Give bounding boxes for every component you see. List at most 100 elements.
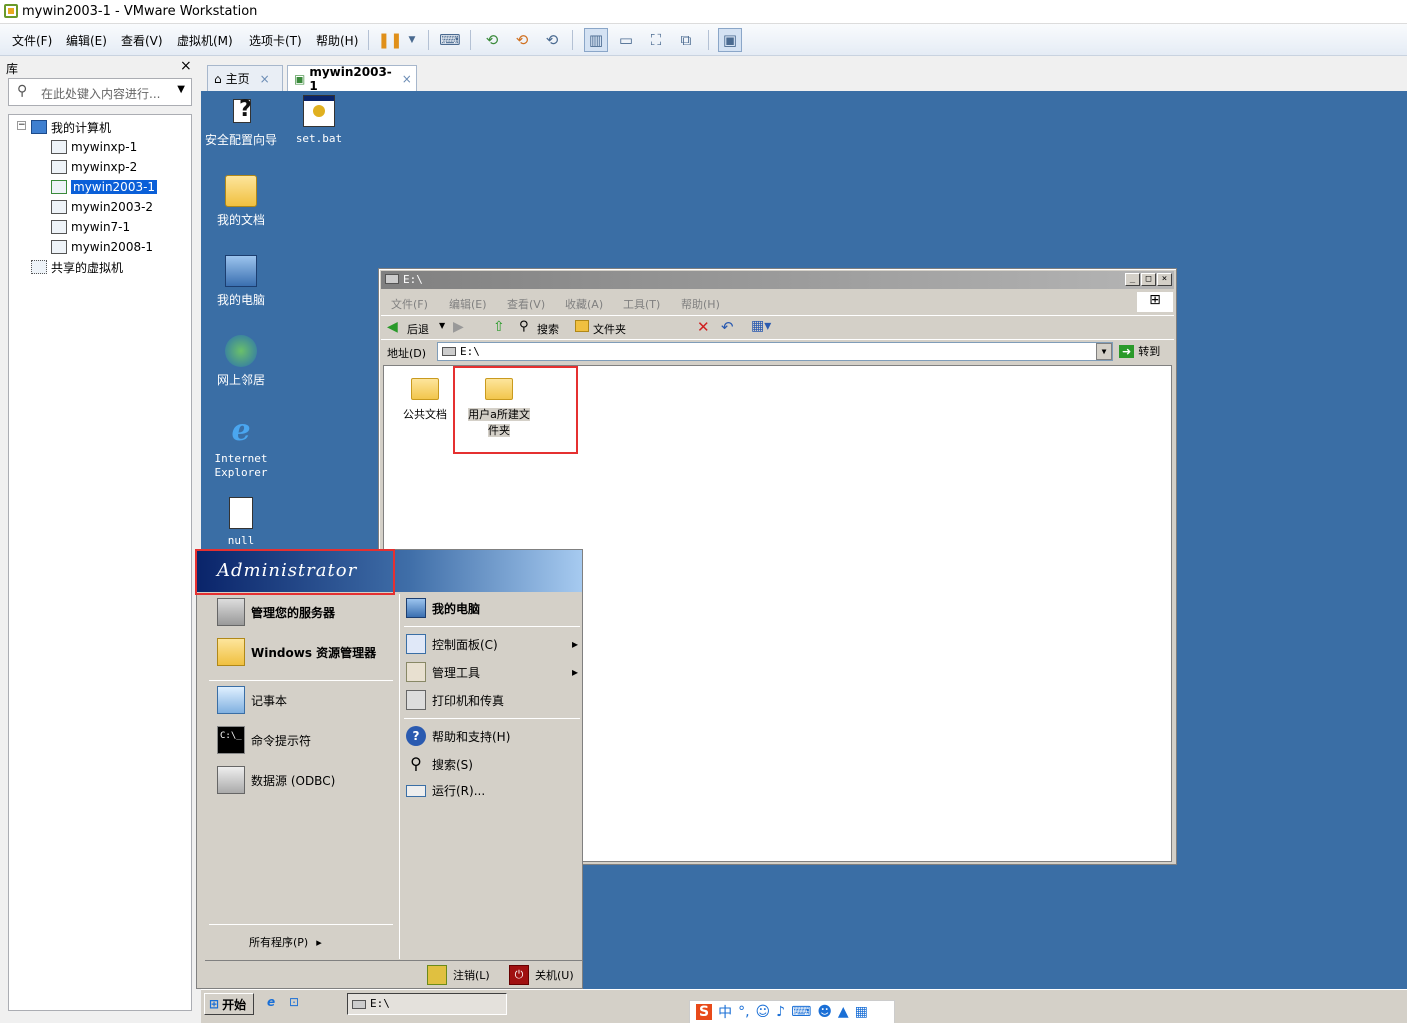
- snapshot-manager-icon[interactable]: ⟲: [540, 28, 564, 52]
- desktop-icon-security-wizard[interactable]: ? 安全配置向导: [201, 95, 281, 148]
- desktop-icon-set-bat[interactable]: set.bat: [279, 95, 359, 145]
- printer-icon: [406, 690, 426, 710]
- chevron-down-icon[interactable]: ▼: [439, 321, 445, 330]
- folder-item[interactable]: 公共文档: [390, 378, 460, 422]
- start-menu[interactable]: Administrator 管理您的服务器 Windows 资源管理器 记事本 …: [196, 549, 583, 989]
- fullscreen-icon[interactable]: ⛶: [644, 28, 668, 52]
- undo-icon[interactable]: ↶: [721, 318, 734, 336]
- skin-icon[interactable]: ▲: [838, 1004, 849, 1020]
- tree-item-vm[interactable]: mywin7-1: [51, 217, 130, 237]
- pause-icon[interactable]: ❚❚: [377, 28, 402, 52]
- vm-icon: [51, 220, 67, 234]
- shutdown-button[interactable]: ⏻ 关机(U): [509, 965, 574, 985]
- explorer-menu-tools[interactable]: 工具(T): [623, 296, 660, 312]
- go-button[interactable]: ➜ 转到: [1119, 343, 1160, 359]
- keyboard-icon[interactable]: ⌨: [791, 1004, 811, 1020]
- grid-icon[interactable]: ▦: [855, 1004, 868, 1020]
- start-item-command-prompt[interactable]: C:\_ 命令提示符: [217, 726, 311, 754]
- start-item-printers[interactable]: 打印机和传真: [406, 690, 504, 710]
- unity-icon[interactable]: ⧉: [674, 28, 698, 52]
- start-item-manage-server[interactable]: 管理您的服务器: [217, 598, 335, 626]
- search-button[interactable]: 搜索: [537, 321, 559, 337]
- user-icon[interactable]: ☻: [817, 1004, 832, 1020]
- desktop-icon-network[interactable]: 网上邻居: [201, 335, 281, 388]
- start-item-control-panel[interactable]: 控制面板(C) ▸: [406, 634, 578, 654]
- tab-vm[interactable]: ▣ mywin2003-1 ×: [287, 65, 417, 93]
- explorer-menu-file[interactable]: 文件(F): [391, 296, 428, 312]
- thumbnail-bar-icon[interactable]: ▭: [614, 28, 638, 52]
- quicklaunch-ie-icon[interactable]: e: [267, 995, 275, 1009]
- drive-icon: [385, 274, 399, 284]
- maximize-button[interactable]: □: [1141, 273, 1156, 286]
- chevron-down-icon[interactable]: ▼: [177, 84, 185, 95]
- up-folder-icon[interactable]: ⇧: [493, 319, 505, 335]
- snapshot-take-icon[interactable]: ⟲: [480, 28, 504, 52]
- desktop-icon-my-computer[interactable]: 我的电脑: [201, 255, 281, 308]
- desktop-icon-null[interactable]: null: [201, 497, 281, 547]
- minimize-button[interactable]: _: [1125, 273, 1140, 286]
- snapshot-revert-icon[interactable]: ⟲: [510, 28, 534, 52]
- desktop-icon-my-documents[interactable]: 我的文档: [201, 175, 281, 228]
- explorer-menu-help[interactable]: 帮助(H): [681, 296, 720, 312]
- tree-item-vm-selected[interactable]: mywin2003-1: [51, 177, 158, 197]
- library-close-icon[interactable]: ×: [180, 58, 192, 74]
- tab-home[interactable]: ⌂ 主页 ×: [207, 65, 283, 91]
- explorer-menu-edit[interactable]: 编辑(E): [449, 296, 487, 312]
- punctuation-icon[interactable]: °,: [738, 1004, 749, 1020]
- pause-dropdown-icon[interactable]: ▼: [400, 28, 424, 52]
- explorer-menu-favorites[interactable]: 收藏(A): [565, 296, 603, 312]
- chevron-down-icon[interactable]: ▼: [1096, 343, 1112, 360]
- views-icon[interactable]: ▦▾: [751, 318, 771, 334]
- start-item-all-programs[interactable]: 所有程序(P) ▸: [249, 934, 322, 950]
- tree-item-vm[interactable]: mywinxp-1: [51, 137, 137, 157]
- menu-vm[interactable]: 虚拟机(M): [177, 32, 233, 49]
- emoji-icon[interactable]: ☺: [756, 1004, 771, 1020]
- ime-toolbar[interactable]: S 中 °, ☺ ♪ ⌨ ☻ ▲ ▦: [689, 1000, 895, 1023]
- start-button[interactable]: ⊞ 开始: [204, 993, 254, 1015]
- menu-edit[interactable]: 编辑(E): [66, 32, 107, 49]
- tree-item-shared-vms[interactable]: 共享的虚拟机: [31, 257, 123, 277]
- explorer-menu-view[interactable]: 查看(V): [507, 296, 545, 312]
- folder-icon: [411, 378, 439, 400]
- quicklaunch-explorer-icon[interactable]: ⊡: [289, 995, 299, 1009]
- tree-item-vm[interactable]: mywin2003-2: [51, 197, 153, 217]
- forward-arrow-icon[interactable]: ▶: [453, 319, 464, 335]
- tab-close-icon[interactable]: ×: [402, 72, 412, 86]
- tree-item-vm[interactable]: mywinxp-2: [51, 157, 137, 177]
- address-input[interactable]: E:\ ▼: [437, 342, 1113, 361]
- back-arrow-icon[interactable]: ◀: [387, 319, 398, 335]
- send-ctrl-alt-del-icon[interactable]: ⌨: [438, 28, 462, 52]
- logoff-button[interactable]: 注销(L): [427, 965, 490, 985]
- desktop-icon-internet-explorer[interactable]: e Internet Explorer: [201, 415, 281, 480]
- console-view-icon[interactable]: ▣: [718, 28, 742, 52]
- start-item-help[interactable]: ? 帮助和支持(H): [406, 726, 510, 746]
- menu-tabs[interactable]: 选项卡(T): [249, 32, 302, 49]
- power-icon: ⏻: [509, 965, 529, 985]
- microphone-icon[interactable]: ♪: [776, 1004, 785, 1020]
- collapse-icon[interactable]: −: [17, 121, 26, 130]
- start-item-windows-explorer[interactable]: Windows 资源管理器: [217, 638, 376, 666]
- delete-icon[interactable]: ✕: [697, 318, 710, 336]
- tree-root-my-computer[interactable]: 我的计算机: [31, 117, 111, 137]
- close-button[interactable]: ×: [1157, 273, 1172, 286]
- menu-help[interactable]: 帮助(H): [316, 32, 358, 49]
- menu-file[interactable]: 文件(F): [12, 32, 52, 49]
- vm-running-icon: ▣: [294, 71, 306, 86]
- folder-icon: [225, 175, 257, 207]
- tab-close-icon[interactable]: ×: [260, 72, 270, 86]
- vm-icon: [51, 240, 67, 254]
- explorer-titlebar[interactable]: E:\ _ □ ×: [381, 271, 1174, 289]
- show-library-icon[interactable]: ▥: [584, 28, 608, 52]
- tree-item-vm[interactable]: mywin2008-1: [51, 237, 153, 257]
- start-item-admin-tools[interactable]: 管理工具 ▸: [406, 662, 578, 682]
- start-item-odbc[interactable]: 数据源 (ODBC): [217, 766, 335, 794]
- start-item-my-computer[interactable]: 我的电脑: [406, 598, 480, 618]
- taskbar-explorer-button[interactable]: E:\: [347, 993, 507, 1015]
- start-item-search[interactable]: ⚲ 搜索(S): [406, 754, 473, 774]
- start-item-run[interactable]: 运行(R)...: [406, 782, 485, 799]
- folders-button[interactable]: 文件夹: [593, 321, 626, 337]
- back-button[interactable]: 后退: [407, 321, 429, 337]
- start-item-notepad[interactable]: 记事本: [217, 686, 287, 714]
- library-search-input[interactable]: ⚲ 在此处键入内容进行... ▼: [8, 78, 192, 106]
- menu-view[interactable]: 查看(V): [121, 32, 163, 49]
